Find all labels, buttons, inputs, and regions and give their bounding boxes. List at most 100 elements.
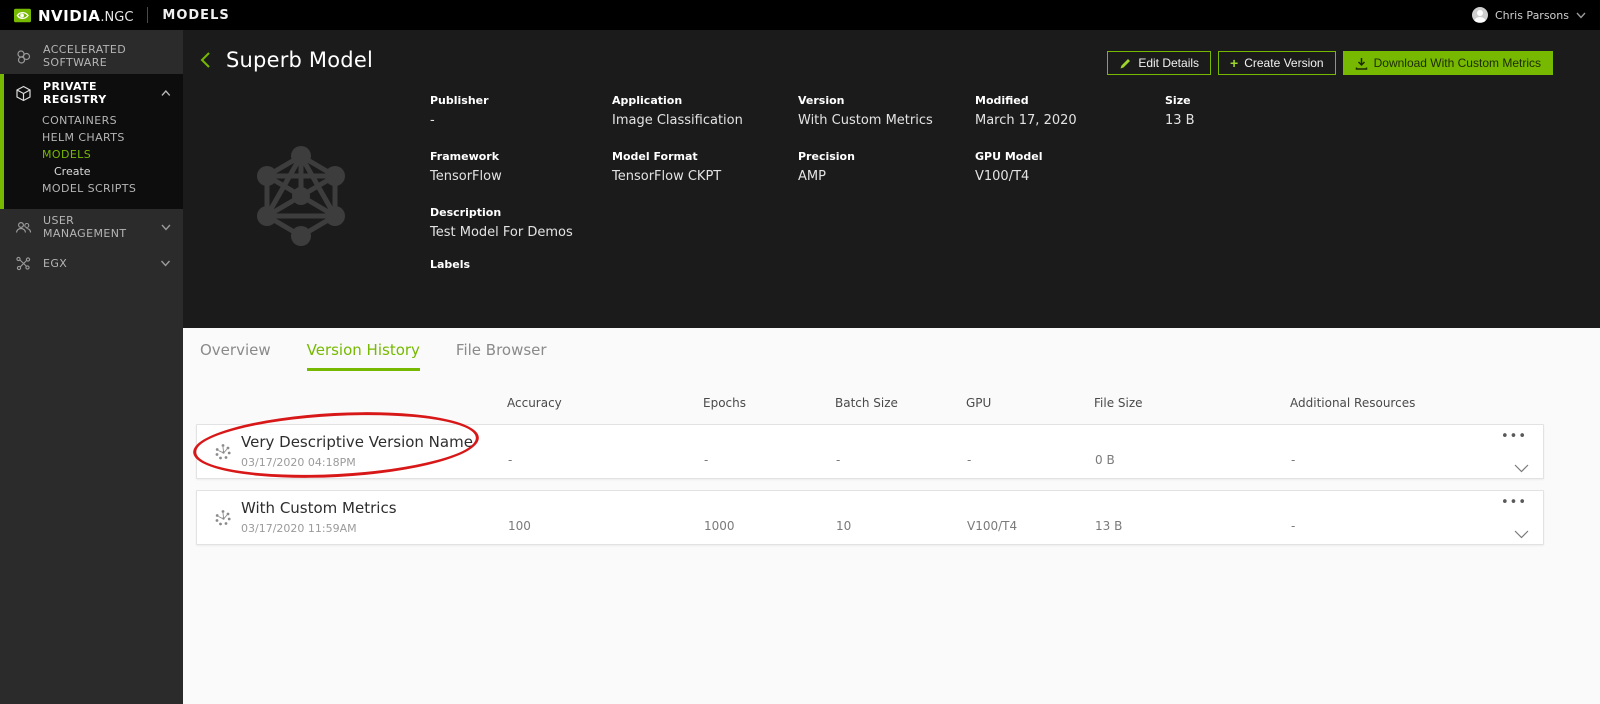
version-molecule-icon xyxy=(215,444,231,460)
version-row[interactable]: With Custom Metrics 03/17/2020 11:59AM 1… xyxy=(196,490,1544,545)
nvidia-eye-icon xyxy=(14,8,31,22)
sidebar-item-model-scripts[interactable]: MODEL SCRIPTS xyxy=(4,180,183,197)
cell-accuracy: - xyxy=(508,453,513,467)
download-with-custom-metrics-button[interactable]: Download With Custom Metrics xyxy=(1342,51,1553,75)
size-label: Size xyxy=(1165,94,1191,107)
page-title: Superb Model xyxy=(226,48,373,72)
version-name: With Custom Metrics xyxy=(241,499,397,517)
sidebar-item-label: ACCELERATED SOFTWARE xyxy=(43,43,127,69)
users-icon xyxy=(15,221,32,233)
model-metadata: Publisher - Application Image Classificati… xyxy=(430,94,1570,314)
chevron-down-icon xyxy=(160,260,171,267)
pencil-icon xyxy=(1120,58,1131,68)
chevron-down-icon xyxy=(1576,12,1586,19)
model-format-value: TensorFlow CKPT xyxy=(612,169,722,184)
edit-details-button[interactable]: Edit Details xyxy=(1107,51,1212,75)
version-value: With Custom Metrics xyxy=(798,113,933,128)
labels-label: Labels xyxy=(430,258,471,271)
table-header: Accuracy Epochs Batch Size GPU File Size… xyxy=(196,396,1544,410)
cell-batch-size: 10 xyxy=(836,519,852,533)
cell-file-size: 13 B xyxy=(1095,519,1123,533)
column-gpu: GPU xyxy=(966,396,992,410)
brand-suffix: .NGC xyxy=(100,9,134,25)
sidebar-item-label: EGX xyxy=(43,256,68,270)
sidebar-item-accelerated-software[interactable]: ACCELERATED SOFTWARE xyxy=(0,38,183,74)
application-value: Image Classification xyxy=(612,113,743,128)
column-accuracy: Accuracy xyxy=(507,396,562,410)
download-icon xyxy=(1355,57,1367,70)
version-molecule-icon xyxy=(215,510,231,526)
model-header: Superb Model Edit Details + Create Versi… xyxy=(183,30,1600,328)
expand-row-chevron-icon[interactable] xyxy=(1514,464,1529,473)
app-root: NVIDIA.NGC MODELS Chris Parsons ACCELERA… xyxy=(0,0,1600,704)
sidebar-item-helm-charts[interactable]: HELM CHARTS xyxy=(4,129,183,146)
column-name-spacer xyxy=(196,396,507,410)
description-value: Test Model For Demos xyxy=(430,225,573,240)
sidebar-item-private-registry[interactable]: PRIVATE REGISTRY xyxy=(4,74,183,112)
tab-overview[interactable]: Overview xyxy=(200,341,271,371)
sidebar-item-containers[interactable]: CONTAINERS xyxy=(4,112,183,129)
avatar xyxy=(1471,7,1488,23)
nvidia-ngc-logo[interactable]: NVIDIA.NGC xyxy=(14,6,133,25)
column-additional-resources: Additional Resources xyxy=(1290,396,1416,410)
model-molecule-icon xyxy=(245,140,357,252)
sidebar-section-private-registry: PRIVATE REGISTRY CONTAINERS HELM CHARTS … xyxy=(0,74,183,209)
sidebar-item-egx[interactable]: EGX xyxy=(0,245,183,281)
content-panel: Overview Version History File Browser Ac… xyxy=(183,328,1600,704)
sidebar-item-create[interactable]: Create xyxy=(4,163,183,180)
version-date: 03/17/2020 04:18PM xyxy=(241,456,356,469)
modified-label: Modified xyxy=(975,94,1029,107)
version-date: 03/17/2020 11:59AM xyxy=(241,522,357,535)
chevron-up-icon xyxy=(161,89,171,96)
topbar-divider xyxy=(147,7,149,23)
modified-value: March 17, 2020 xyxy=(975,113,1077,128)
user-menu[interactable]: Chris Parsons xyxy=(1471,7,1586,23)
expand-row-chevron-icon[interactable] xyxy=(1514,530,1529,539)
cell-gpu: - xyxy=(967,453,972,467)
column-epochs: Epochs xyxy=(703,396,746,410)
plus-icon: + xyxy=(1230,55,1239,71)
cell-batch-size: - xyxy=(836,453,841,467)
sidebar-item-label: PRIVATE REGISTRY xyxy=(43,80,107,106)
row-menu-button[interactable]: ••• xyxy=(1501,495,1527,510)
cell-additional-resources: - xyxy=(1291,453,1296,467)
column-batch-size: Batch Size xyxy=(835,396,898,410)
cell-file-size: 0 B xyxy=(1095,453,1115,467)
back-button[interactable] xyxy=(200,49,214,71)
sidebar-item-models[interactable]: MODELS xyxy=(4,146,183,163)
cell-accuracy: 100 xyxy=(508,519,531,533)
gpu-model-value: V100/T4 xyxy=(975,169,1030,184)
precision-label: Precision xyxy=(798,150,855,163)
size-value: 13 B xyxy=(1165,113,1195,128)
row-menu-button[interactable]: ••• xyxy=(1501,429,1527,444)
publisher-value: - xyxy=(430,113,435,128)
version-row[interactable]: Very Descriptive Version Name 03/17/2020… xyxy=(196,424,1544,479)
tab-version-history[interactable]: Version History xyxy=(306,341,420,371)
version-label: Version xyxy=(798,94,845,107)
cell-epochs: - xyxy=(704,453,709,467)
model-format-label: Model Format xyxy=(612,150,698,163)
header-actions: Edit Details + Create Version Download W… xyxy=(1107,51,1553,75)
sidebar: ACCELERATED SOFTWARE PRIVATE REGISTRY CO… xyxy=(0,30,183,704)
user-name: Chris Parsons xyxy=(1494,8,1569,22)
framework-value: TensorFlow xyxy=(430,169,502,184)
chevron-down-icon xyxy=(161,224,171,231)
publisher-label: Publisher xyxy=(430,94,489,107)
chevron-left-icon xyxy=(200,52,210,68)
sidebar-item-user-management[interactable]: USER MANAGEMENT xyxy=(0,209,183,245)
description-label: Description xyxy=(430,206,502,219)
cell-epochs: 1000 xyxy=(704,519,735,533)
sidebar-item-label: USER MANAGEMENT xyxy=(43,214,127,240)
person-icon xyxy=(1473,10,1486,22)
brand-name: NVIDIA xyxy=(38,6,101,25)
package-icon xyxy=(16,85,31,101)
tab-file-browser[interactable]: File Browser xyxy=(456,341,547,371)
hexagons-icon xyxy=(17,49,31,64)
gpu-model-label: GPU Model xyxy=(975,150,1043,163)
precision-value: AMP xyxy=(798,169,826,184)
network-nodes-icon xyxy=(16,256,31,270)
create-version-button[interactable]: + Create Version xyxy=(1218,51,1336,75)
version-name: Very Descriptive Version Name xyxy=(241,433,473,451)
cell-additional-resources: - xyxy=(1291,519,1296,533)
cell-gpu: V100/T4 xyxy=(967,519,1018,533)
